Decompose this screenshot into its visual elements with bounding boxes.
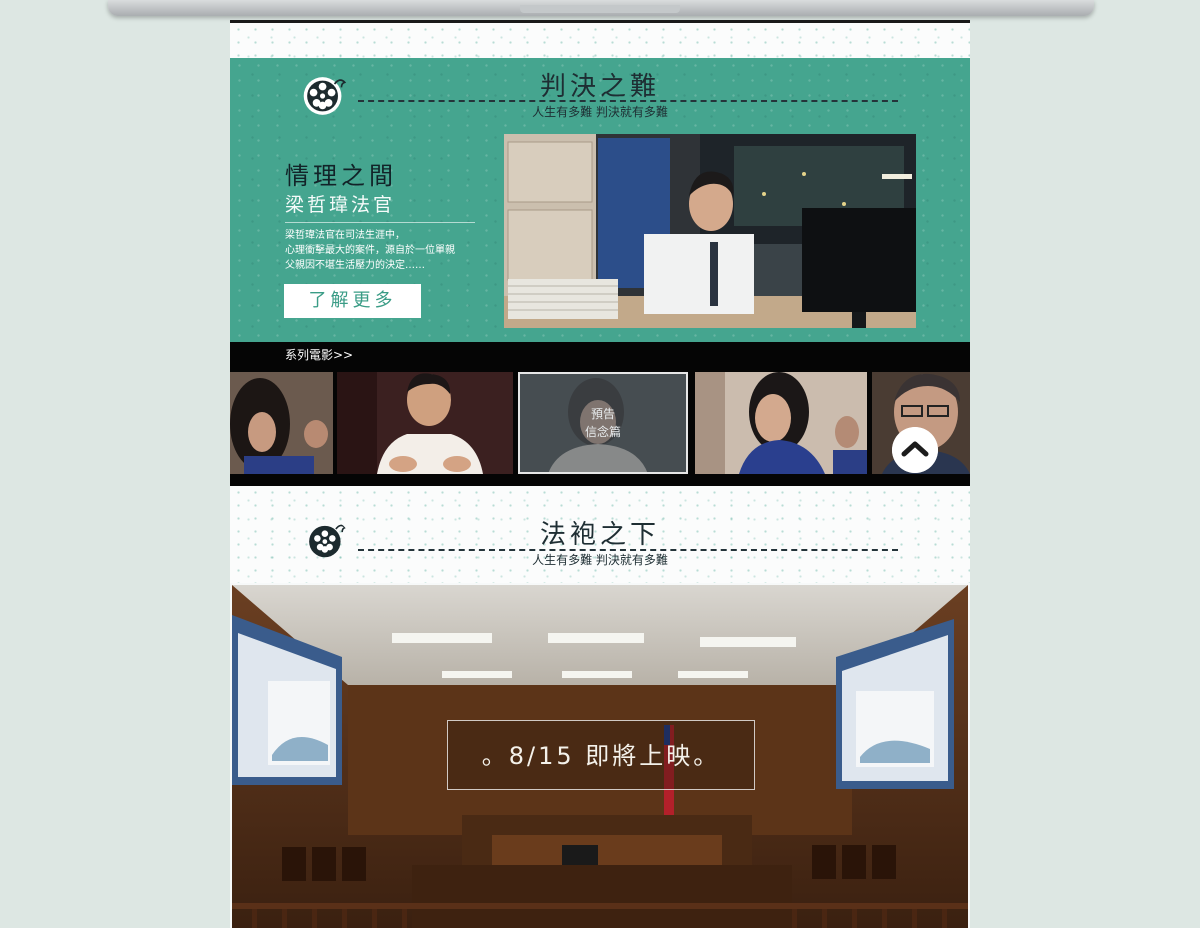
series-thumbnail-active[interactable]: 預告 信念篇 — [518, 372, 688, 474]
feature-divider — [285, 222, 475, 223]
description-line: 梁哲瑋法官在司法生涯中， — [285, 230, 405, 241]
video-still[interactable] — [504, 134, 916, 328]
laptop-notch — [520, 5, 680, 13]
section-tagline: 人生有多難 判決就有多難 — [532, 105, 668, 119]
section-title: 判決之難 — [539, 72, 660, 102]
feature-description: 梁哲瑋法官在司法生涯中， 心理衝擊最大的案件，源自於一位單親 父親因不堪生活壓力… — [285, 228, 485, 273]
section-under-robe: 法袍之下 人生有多難 判決就有多難 — [230, 486, 970, 583]
series-thumbnail[interactable] — [230, 372, 333, 474]
description-line: 父親因不堪生活壓力的決定…… — [285, 260, 425, 271]
description-line: 心理衝擊最大的案件，源自於一位單親 — [285, 245, 455, 256]
overlay-label-trailer: 預告 — [590, 407, 615, 421]
scroll-to-top-button[interactable] — [892, 427, 938, 473]
series-bar: 系列電影>> 預告 信念篇 — [230, 342, 970, 486]
series-thumbnail[interactable] — [337, 372, 513, 474]
laptop-bezel — [108, 0, 1094, 16]
web-page: 判決之難 人生有多難 判決就有多難 情理之間 梁哲瑋法官 梁哲瑋法官在司法生涯中… — [230, 20, 970, 928]
thumbnail-overlay: 預告 信念篇 — [518, 372, 688, 474]
section-judgment: 判決之難 人生有多難 判決就有多難 情理之間 梁哲瑋法官 梁哲瑋法官在司法生涯中… — [230, 58, 970, 342]
overlay-label-episode: 信念篇 — [584, 425, 621, 439]
series-link[interactable]: 系列電影>> — [285, 346, 353, 363]
top-strip — [230, 23, 970, 58]
learn-more-button[interactable]: 了解更多 — [284, 284, 421, 318]
feature-subtitle: 梁哲瑋法官 — [285, 194, 396, 216]
feature-title: 情理之間 — [285, 162, 397, 190]
release-date-banner: 。8/15 即將上映。 — [447, 720, 755, 790]
series-thumbnail[interactable] — [695, 372, 867, 474]
section-tagline: 人生有多難 判決就有多難 — [532, 553, 668, 567]
section-title: 法袍之下 — [539, 520, 660, 550]
dashed-divider — [358, 100, 898, 102]
courtroom-banner: 。8/15 即將上映。 — [232, 585, 968, 928]
